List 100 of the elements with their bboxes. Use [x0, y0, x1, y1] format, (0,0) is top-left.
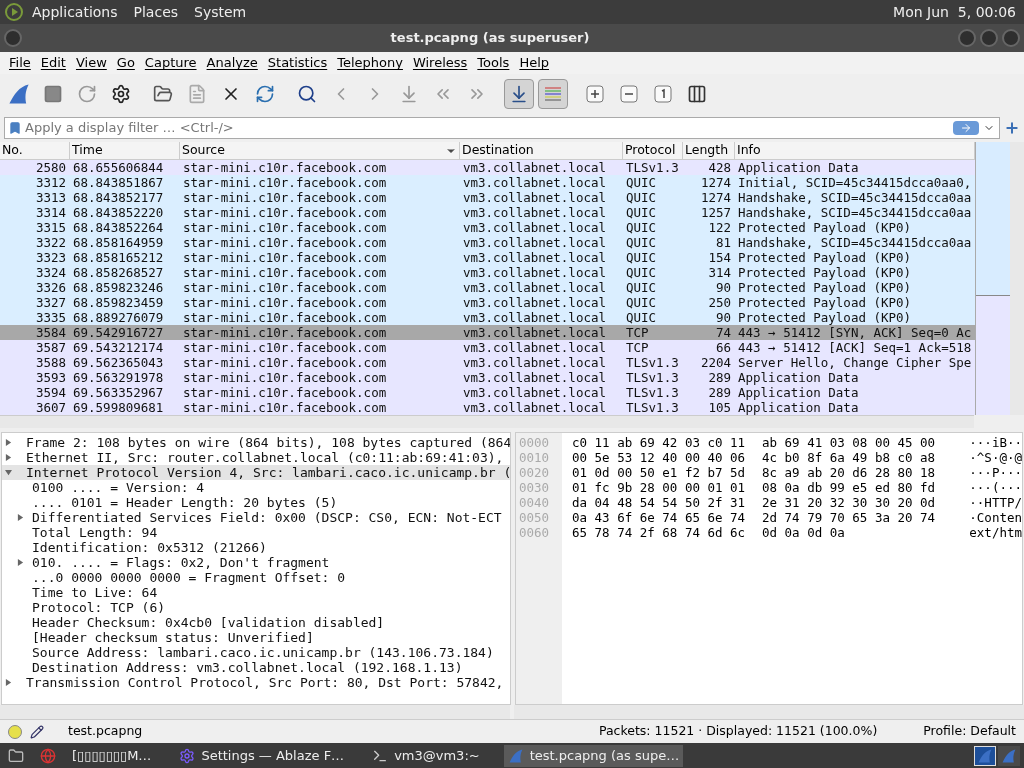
apply-arrow-icon[interactable]	[953, 121, 979, 135]
add-filter-icon[interactable]	[1004, 120, 1020, 136]
packet-row[interactable]: 3588 69.562365043 star-mini.c10r.facebook.com vm3.collabnet.local TLSv1.3 2204 Server Hello, Change Cipher Spe	[0, 355, 975, 370]
column-header[interactable]: Time	[70, 142, 180, 159]
packet-row[interactable]: 3314 68.843852220 star-mini.c10r.facebook.com vm3.collabnet.local QUIC 1257 Handshake, SCID=45c34415dcca0aa	[0, 205, 975, 220]
taskbar-item[interactable]: [▯▯▯▯▯▯▯M…	[68, 744, 156, 767]
detail-row[interactable]: Transmission Control Protocol, Src Port: 80, Dst Port: 57842,	[2, 675, 510, 690]
stop-icon	[43, 84, 63, 104]
destination-cell-text: vm3.collabnet.local	[462, 370, 607, 385]
pencil-icon[interactable]	[30, 724, 44, 739]
detail-row[interactable]: Differentiated Services Field: 0x00 (DSCP: CS0, ECN: Not-ECT	[2, 510, 510, 525]
collapsed-arrow-icon[interactable]	[5, 439, 12, 446]
detail-row[interactable]: .... 0101 = Header Length: 20 bytes (5)	[2, 495, 510, 510]
vertical-scrollbar[interactable]	[1010, 142, 1024, 415]
number-cell-text: 3315	[34, 220, 67, 235]
horizontal-scrollbar[interactable]	[0, 415, 974, 428]
packet-row[interactable]: 3327 68.859823459 star-mini.c10r.facebook.com vm3.collabnet.local QUIC 250 Protected Payload (KP0)	[0, 295, 975, 310]
packet-row[interactable]: 3593 69.563291978 star-mini.c10r.facebook.com vm3.collabnet.local TLSv1.3 289 Application Data	[0, 370, 975, 385]
status-indicator-icon[interactable]	[8, 724, 22, 739]
info-cell-text: Protected Payload (KP0)	[737, 310, 913, 325]
detail-row[interactable]: Protocol: TCP (6)	[2, 600, 510, 615]
destination-cell-text: vm3.collabnet.local	[462, 190, 607, 205]
menu-item[interactable]: Help	[514, 53, 554, 73]
detail-row[interactable]: 010. .... = Flags: 0x2, Don't fragment	[2, 555, 510, 570]
detail-row[interactable]: Frame 2: 108 bytes on wire (864 bits), 108 bytes captured (864	[2, 435, 510, 450]
detail-row[interactable]: 0100 .... = Version: 4	[2, 480, 510, 495]
display-filter-field[interactable]: Apply a display filter … <Ctrl-/>	[4, 117, 1000, 139]
number-cell-text: 3594	[34, 385, 67, 400]
detail-row[interactable]: Total Length: 94	[2, 525, 510, 540]
hex-bytes: 4c b0 8f 6a 49 b8 c0 a8	[762, 450, 937, 465]
logo-icon[interactable]	[4, 2, 24, 22]
time-cell-text: 68.858268527	[72, 265, 165, 280]
detail-row[interactable]: Destination Address: vm3.collabnet.local (192.168.1.13)	[2, 660, 510, 675]
bookmark-icon[interactable]	[8, 121, 22, 135]
packet-row[interactable]: 3594 69.563352967 star-mini.c10r.facebook.com vm3.collabnet.local TLSv1.3 289 Application Data	[0, 385, 975, 400]
window-control-icon[interactable]	[4, 29, 22, 47]
collapsed-arrow-icon[interactable]	[17, 514, 24, 521]
source-cell-text: star-mini.c10r.facebook.com	[182, 325, 388, 340]
column-header[interactable]: Destination	[460, 142, 623, 159]
menu-item[interactable]: Telephony	[332, 53, 408, 73]
column-header[interactable]: No.	[0, 142, 70, 159]
packet-row[interactable]: 2580 68.655606844 star-mini.c10r.facebook.com vm3.collabnet.local TLSv1.3 428 Application Data	[0, 160, 975, 175]
source-cell-text: star-mini.c10r.facebook.com	[182, 280, 388, 295]
workspace-switcher[interactable]	[974, 745, 1020, 766]
number-cell-text: 3326	[34, 280, 67, 295]
taskbar-item[interactable]: vm3@vm3:~	[368, 744, 484, 767]
detail-row[interactable]: Internet Protocol Version 4, Src: lambari.caco.ic.unicamp.br (	[2, 465, 510, 480]
window-control-icon[interactable]	[1002, 29, 1020, 47]
length-cell-text: 1274	[699, 190, 732, 205]
detail-row[interactable]: Header Checksum: 0x4cb0 [validation disabled]	[2, 615, 510, 630]
detail-row[interactable]: Ethernet II, Src: router.collabnet.local (c0:11:ab:69:41:03),	[2, 450, 510, 465]
packet-row[interactable]: 3322 68.858164959 star-mini.c10r.facebook.com vm3.collabnet.local QUIC 81 Handshake, SCID=45c34415dcca0aa	[0, 235, 975, 250]
column-header[interactable]: Source	[180, 142, 460, 159]
destination-cell-text: vm3.collabnet.local	[462, 340, 607, 355]
detail-row[interactable]: ...0 0000 0000 0000 = Fragment Offset: 0	[2, 570, 510, 585]
menu-item[interactable]: Capture	[139, 53, 202, 73]
hex-bytes: 00 5e 53 12 40 00 40 06	[572, 450, 747, 465]
column-header[interactable]: Protocol	[623, 142, 683, 159]
horizontal-scrollbar[interactable]	[0, 705, 510, 719]
detail-row[interactable]: Identification: 0x5312 (21266)	[2, 540, 510, 555]
menu-item[interactable]: File	[4, 53, 36, 73]
menu-item[interactable]: Edit	[35, 53, 71, 73]
panel-menu[interactable]: Places	[133, 1, 179, 23]
collapsed-arrow-icon[interactable]	[17, 559, 24, 566]
detail-row[interactable]: [Header checksum status: Unverified]	[2, 630, 510, 645]
menu-item[interactable]: Go	[111, 53, 140, 73]
taskbar-item[interactable]: Settings — Ablaze F…	[175, 744, 349, 767]
packet-row[interactable]: 3607 69.599809681 star-mini.c10r.facebook.com vm3.collabnet.local TLSv1.3 105 Application Data	[0, 400, 975, 415]
packet-row[interactable]: 3312 68.843851867 star-mini.c10r.facebook.com vm3.collabnet.local QUIC 1274 Initial, SCID=45c34415dcca0aa0,	[0, 175, 975, 190]
menu-item[interactable]: Statistics	[262, 53, 333, 73]
filter-input[interactable]: Apply a display filter … <Ctrl-/>	[25, 118, 953, 138]
menu-item[interactable]: View	[70, 53, 112, 73]
info-cell-text: Handshake, SCID=45c34415dcca0aa	[737, 235, 973, 250]
panel-menu[interactable]: System	[194, 1, 247, 23]
panel-menu[interactable]: Applications	[32, 1, 118, 23]
horizontal-scrollbar[interactable]	[514, 705, 1024, 719]
collapsed-arrow-icon[interactable]	[5, 679, 12, 686]
column-header[interactable]: Length	[683, 142, 735, 159]
detail-row[interactable]: Source Address: lambari.caco.ic.unicamp.br (143.106.73.184)	[2, 645, 510, 660]
expanded-arrow-icon[interactable]	[5, 469, 12, 476]
menu-item[interactable]: Analyze	[201, 53, 263, 73]
offset-text: 0040	[518, 495, 551, 510]
packet-row[interactable]: 3324 68.858268527 star-mini.c10r.facebook.com vm3.collabnet.local QUIC 314 Protected Payload (KP0)	[0, 265, 975, 280]
menu-item[interactable]: Tools	[472, 53, 515, 73]
packet-row[interactable]: 3584 69.542916727 star-mini.c10r.facebook.com vm3.collabnet.local TCP 74 443 → 51412 [SYN, ACK] Seq=0 Ac	[0, 325, 975, 340]
packet-row[interactable]: 3587 69.543212174 star-mini.c10r.facebook.com vm3.collabnet.local TCP 66 443 → 51412 [ACK] Seq=1 Ack=518	[0, 340, 975, 355]
window-control-icon[interactable]	[980, 29, 998, 47]
packet-row[interactable]: 3315 68.843852264 star-mini.c10r.facebook.com vm3.collabnet.local QUIC 122 Protected Payload (KP0)	[0, 220, 975, 235]
globe-icon	[40, 747, 56, 764]
source-cell-text: star-mini.c10r.facebook.com	[182, 205, 388, 220]
length-cell-text: 90	[714, 310, 732, 325]
packet-row[interactable]: 3323 68.858165212 star-mini.c10r.facebook.com vm3.collabnet.local QUIC 154 Protected Payload (KP0)	[0, 250, 975, 265]
packet-row[interactable]: 3335 68.889276079 star-mini.c10r.facebook.com vm3.collabnet.local QUIC 90 Protected Payload (KP0)	[0, 310, 975, 325]
window-control-icon[interactable]	[958, 29, 976, 47]
menu-item[interactable]: Wireless	[407, 53, 473, 73]
taskbar-item[interactable]: test.pcapng (as supe…	[503, 744, 684, 767]
packet-row[interactable]: 3313 68.843852177 star-mini.c10r.facebook.com vm3.collabnet.local QUIC 1274 Handshake, SCID=45c34415dcca0aa	[0, 190, 975, 205]
detail-row[interactable]: Time to Live: 64	[2, 585, 510, 600]
packet-row[interactable]: 3326 68.859823246 star-mini.c10r.facebook.com vm3.collabnet.local QUIC 90 Protected Payload (KP0)	[0, 280, 975, 295]
collapsed-arrow-icon[interactable]	[5, 454, 12, 461]
